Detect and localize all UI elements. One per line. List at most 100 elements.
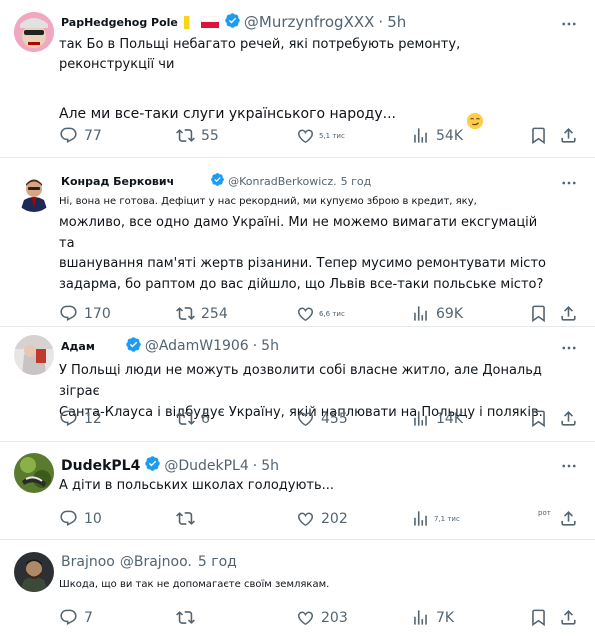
display-name[interactable]: Brajnoo [61,554,115,570]
reply-button[interactable]: 170 [59,304,111,323]
bookmark-button[interactable] [529,409,548,428]
retweet-count: 55 [201,127,219,144]
retweet-icon [176,611,195,624]
views-count: 7,1 тис [434,514,460,523]
tweet[interactable]: PapHedgehog Pole @MurzynfrogXXX · 5h так… [0,0,595,158]
like-count: 455 [321,410,348,427]
heart-icon [297,412,314,427]
like-button[interactable]: 203 [296,608,348,627]
avatar-image [14,12,54,52]
tweet[interactable]: Brajnoo @Brajnoo. 5 год Шкода, що ви так… [0,540,595,637]
more-options-icon[interactable] [557,171,581,195]
avatar-image [14,552,54,592]
handle[interactable]: @DudekPL4 [164,458,248,474]
avatar[interactable] [14,453,54,493]
tweet-text: А діти в польських школах голодують... [59,478,335,493]
timestamp[interactable]: 5h [261,458,279,474]
retweet-button[interactable] [176,509,201,528]
timestamp[interactable]: 5 год [341,175,372,188]
views-icon [414,128,427,143]
reply-button[interactable]: 10 [59,509,102,528]
views-count: 54K [436,127,463,144]
heart-icon [297,512,314,527]
reply-count: 77 [84,127,102,144]
reply-button[interactable]: 7 [59,608,93,627]
display-name[interactable]: Адам [61,340,95,353]
verified-badge-icon [144,455,161,476]
reply-icon [60,609,77,626]
tweet[interactable]: DudekPL4 @DudekPL4 · 5h А діти в польськ… [0,442,595,540]
display-name[interactable]: PapHedgehog Pole [61,16,178,29]
retweet-count: 6 [201,410,210,427]
reply-count: 7 [84,609,93,626]
share-icon [561,128,576,143]
views-button[interactable]: 7,1 тис [411,509,460,528]
share-button[interactable] [559,608,578,627]
tweet[interactable]: Адам @AdamW1906 · 5h У Польщі люди не мо… [0,327,595,442]
timestamp[interactable]: 5h [387,13,406,31]
heart-icon [297,307,314,322]
vatican-flag-icon [183,15,195,29]
tweet-header: DudekPL4 @DudekPL4 · 5h [61,455,279,476]
more-options-icon[interactable] [557,454,581,478]
share-button[interactable] [559,409,578,428]
views-button[interactable]: 7K [411,608,454,627]
views-count: 7K [436,609,455,626]
bookmark-button[interactable] [529,126,548,145]
heart-icon [297,129,314,144]
bookmark-button[interactable] [529,608,548,627]
views-button[interactable]: 54K [411,126,463,145]
like-button[interactable]: 455 [296,409,348,428]
reply-button[interactable]: 77 [59,126,102,145]
reply-icon [60,127,77,144]
reply-icon [60,510,77,527]
tweet[interactable]: Конрад Беркович @KonradBerkowicz. 5 год … [0,158,595,327]
tweet-header: Конрад Беркович @KonradBerkowicz. 5 год [61,172,371,190]
more-options-icon[interactable] [557,12,581,36]
tweet-text-line: Але ми все-таки слуги українського народ… [59,106,396,122]
like-count: 6,6 тис [319,309,345,318]
timestamp[interactable]: 5h [261,338,279,354]
like-button[interactable]: 6,6 тис [296,304,345,323]
timestamp[interactable]: 5 год [198,554,237,570]
reply-count: 170 [84,305,111,322]
bookmark-icon [532,609,545,627]
bookmark-icon [532,410,545,428]
action-bar: 10 202 7,1 тис рот [59,509,581,533]
share-button[interactable] [559,304,578,323]
views-button[interactable]: 14K [411,409,463,428]
share-button[interactable] [559,126,578,145]
handle[interactable]: @AdamW1906 [145,338,249,354]
reply-count: 12 [84,410,102,427]
bookmark-icon [532,127,545,145]
retweet-button[interactable] [176,608,201,627]
display-name[interactable]: DudekPL4 [61,458,140,474]
avatar[interactable] [14,552,54,592]
like-button[interactable]: 5,1 тис [296,126,345,145]
avatar[interactable] [14,172,54,212]
bookmark-icon [532,305,545,323]
views-icon [414,610,427,625]
more-options-icon[interactable] [557,336,581,360]
bookmark-button[interactable] [529,304,548,323]
retweet-button[interactable]: 55 [176,126,219,145]
handle[interactable]: @Brajnoo. [120,554,192,570]
like-button[interactable]: 202 [296,509,348,528]
views-button[interactable]: 69K [411,304,463,323]
display-name[interactable]: Конрад Беркович [61,175,174,188]
handle[interactable]: @MurzynfrogXXX [244,13,375,31]
views-count: 69K [436,305,463,322]
share-button[interactable] [559,509,578,528]
retweet-button[interactable]: 6 [176,409,210,428]
retweet-icon [176,412,195,425]
reply-button[interactable]: 12 [59,409,102,428]
handle[interactable]: @KonradBerkowicz. [228,175,337,188]
tweet-header: PapHedgehog Pole @MurzynfrogXXX · 5h [61,12,406,32]
avatar[interactable] [14,335,54,375]
retweet-button[interactable]: 254 [176,304,228,323]
separator: · [252,338,258,354]
tweet-header: Brajnoo @Brajnoo. 5 год [61,554,237,570]
share-icon [561,306,576,321]
avatar[interactable] [14,12,54,52]
share-icon [561,511,576,526]
